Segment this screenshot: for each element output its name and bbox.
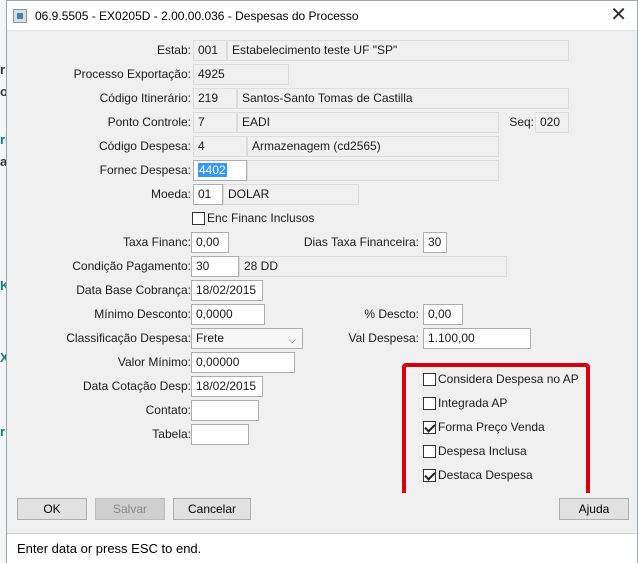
seq-field[interactable]: 020: [535, 112, 569, 133]
moeda-desc-field: DOLAR: [223, 184, 359, 205]
estab-label: Estab:: [156, 43, 191, 57]
form-panel: Estab: 001 Estabelecimento teste UF "SP"…: [9, 33, 631, 498]
data-base-label: Data Base Cobrança:: [76, 283, 191, 297]
ponto-label: Ponto Controle:: [107, 115, 191, 129]
fornec-desc-field: [247, 160, 499, 181]
data-cotacao-field[interactable]: 18/02/2015: [191, 376, 263, 397]
classificacao-select[interactable]: Frete ⌵: [191, 328, 303, 349]
processo-label: Processo Exportação:: [73, 67, 191, 81]
itinerario-desc-field: Santos-Santo Tomas de Castilla: [237, 88, 569, 109]
close-icon[interactable]: ✕: [610, 4, 627, 26]
fornec-label: Fornec Despesa:: [99, 163, 191, 177]
val-despesa-field[interactable]: 1.100,00: [423, 328, 531, 349]
valor-minimo-field[interactable]: 0,00000: [191, 352, 295, 373]
highlight-annotation-box: [402, 363, 590, 498]
condicao-code-field[interactable]: 30: [191, 256, 239, 277]
button-bar: OK Salvar Cancelar Ajuda: [9, 493, 633, 525]
chevron-down-icon[interactable]: ⌵: [288, 331, 296, 348]
valor-minimo-label: Valor Mínimo:: [117, 355, 191, 369]
pct-descto-label: % Descto:: [364, 307, 419, 321]
fornec-value: 4402: [198, 163, 227, 177]
dialog-window: 06.9.5505 - EX0205D - 2.00.00.036 - Desp…: [6, 0, 638, 563]
contato-field[interactable]: [191, 400, 259, 421]
enc-financ-label: Enc Financ Inclusos: [207, 211, 315, 225]
contato-label: Contato:: [145, 403, 191, 417]
minimo-desconto-label: Mínimo Desconto:: [94, 307, 191, 321]
taxa-financ-label: Taxa Financ:: [122, 235, 191, 249]
data-base-field[interactable]: 18/02/2015: [191, 280, 263, 301]
taxa-financ-field[interactable]: 0,00: [191, 232, 229, 253]
itinerario-code-field[interactable]: 219: [193, 88, 237, 109]
status-text: Enter data or press ESC to end.: [17, 541, 202, 556]
ponto-desc-field: EADI: [237, 112, 499, 133]
moeda-code-field[interactable]: 01: [193, 184, 223, 205]
minimo-desconto-field[interactable]: 0,0000: [191, 304, 265, 325]
dias-taxa-label: Dias Taxa Financeira:: [303, 235, 419, 249]
despesa-label: Código Despesa:: [98, 139, 191, 153]
processo-field[interactable]: 4925: [193, 64, 289, 85]
ajuda-button[interactable]: Ajuda: [559, 498, 629, 520]
salvar-button[interactable]: Salvar: [95, 498, 165, 520]
despesa-desc-field: Armazenagem (cd2565): [247, 136, 499, 157]
pct-descto-field[interactable]: 0,00: [423, 304, 463, 325]
dias-taxa-field[interactable]: 30: [423, 232, 447, 253]
estab-desc-field: Estabelecimento teste UF "SP": [227, 40, 569, 61]
enc-financ-checkbox[interactable]: [192, 212, 205, 225]
ponto-code-field[interactable]: 7: [193, 112, 237, 133]
title-bar: 06.9.5505 - EX0205D - 2.00.00.036 - Desp…: [7, 1, 637, 31]
condicao-desc-field: 28 DD: [239, 256, 507, 277]
fornec-field[interactable]: 4402: [193, 160, 247, 181]
despesa-code-field[interactable]: 4: [193, 136, 247, 157]
itinerario-label: Código Itinerário:: [99, 91, 191, 105]
seq-label: Seq:: [509, 115, 534, 129]
tabela-label: Tabela:: [152, 427, 191, 441]
cancelar-button[interactable]: Cancelar: [173, 498, 251, 520]
ok-button[interactable]: OK: [17, 498, 87, 520]
window-title: 06.9.5505 - EX0205D - 2.00.00.036 - Desp…: [35, 9, 359, 23]
app-icon: [13, 9, 27, 23]
tabela-field[interactable]: [191, 424, 249, 445]
data-cotacao-label: Data Cotação Desp:: [82, 379, 191, 393]
moeda-label: Moeda:: [150, 187, 191, 201]
classificacao-label: Classificação Despesa:: [66, 331, 191, 345]
condicao-label: Condição Pagamento:: [72, 259, 191, 273]
val-despesa-label: Val Despesa:: [348, 331, 419, 345]
classificacao-value: Frete: [196, 331, 225, 345]
estab-code-field[interactable]: 001: [193, 40, 227, 61]
status-bar: Enter data or press ESC to end.: [7, 533, 637, 563]
